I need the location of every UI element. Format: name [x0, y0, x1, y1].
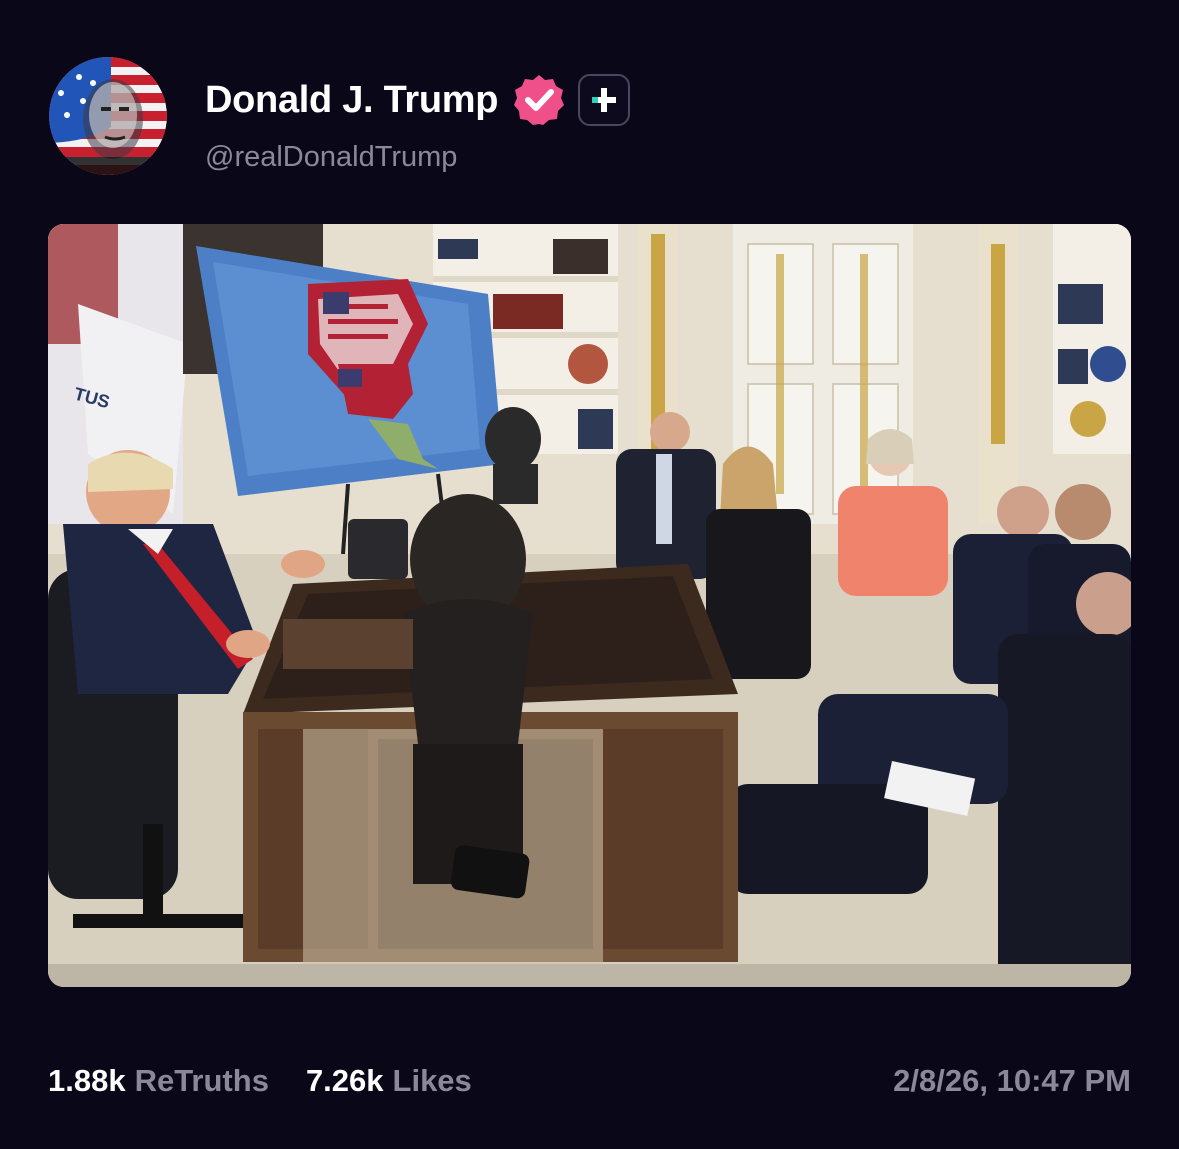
plus-follow-button[interactable] [578, 74, 631, 126]
author-avatar[interactable] [49, 57, 167, 175]
retruths-label: ReTruths [134, 1063, 269, 1098]
oval-office-photo: TUS [48, 224, 1131, 987]
retruths-count: 1.88k [48, 1063, 126, 1098]
likes-label: Likes [392, 1063, 472, 1098]
author-handle[interactable]: @realDonaldTrump [205, 141, 457, 174]
likes-count: 7.26k [305, 1063, 384, 1098]
retruths-stat[interactable]: 1.88k ReTruths [48, 1063, 269, 1099]
likes-stat[interactable]: 7.26k Likes [306, 1063, 472, 1099]
verified-badge-icon [512, 73, 566, 127]
post-page: Donald J. Trump @realDonaldTrump TUS 1.8… [0, 0, 1179, 1149]
post-footer: 1.88k ReTruths 7.26k Likes 2/8/26, 10:47… [48, 1058, 1131, 1104]
author-display-name[interactable]: Donald J. Trump [205, 79, 499, 122]
flag-portrait-avatar-icon [49, 57, 167, 175]
post-media-image[interactable]: TUS [48, 224, 1131, 987]
post-timestamp[interactable]: 2/8/26, 10:47 PM [893, 1063, 1131, 1099]
author-name-row: Donald J. Trump [205, 72, 631, 128]
plus-follow-icon [592, 88, 617, 112]
